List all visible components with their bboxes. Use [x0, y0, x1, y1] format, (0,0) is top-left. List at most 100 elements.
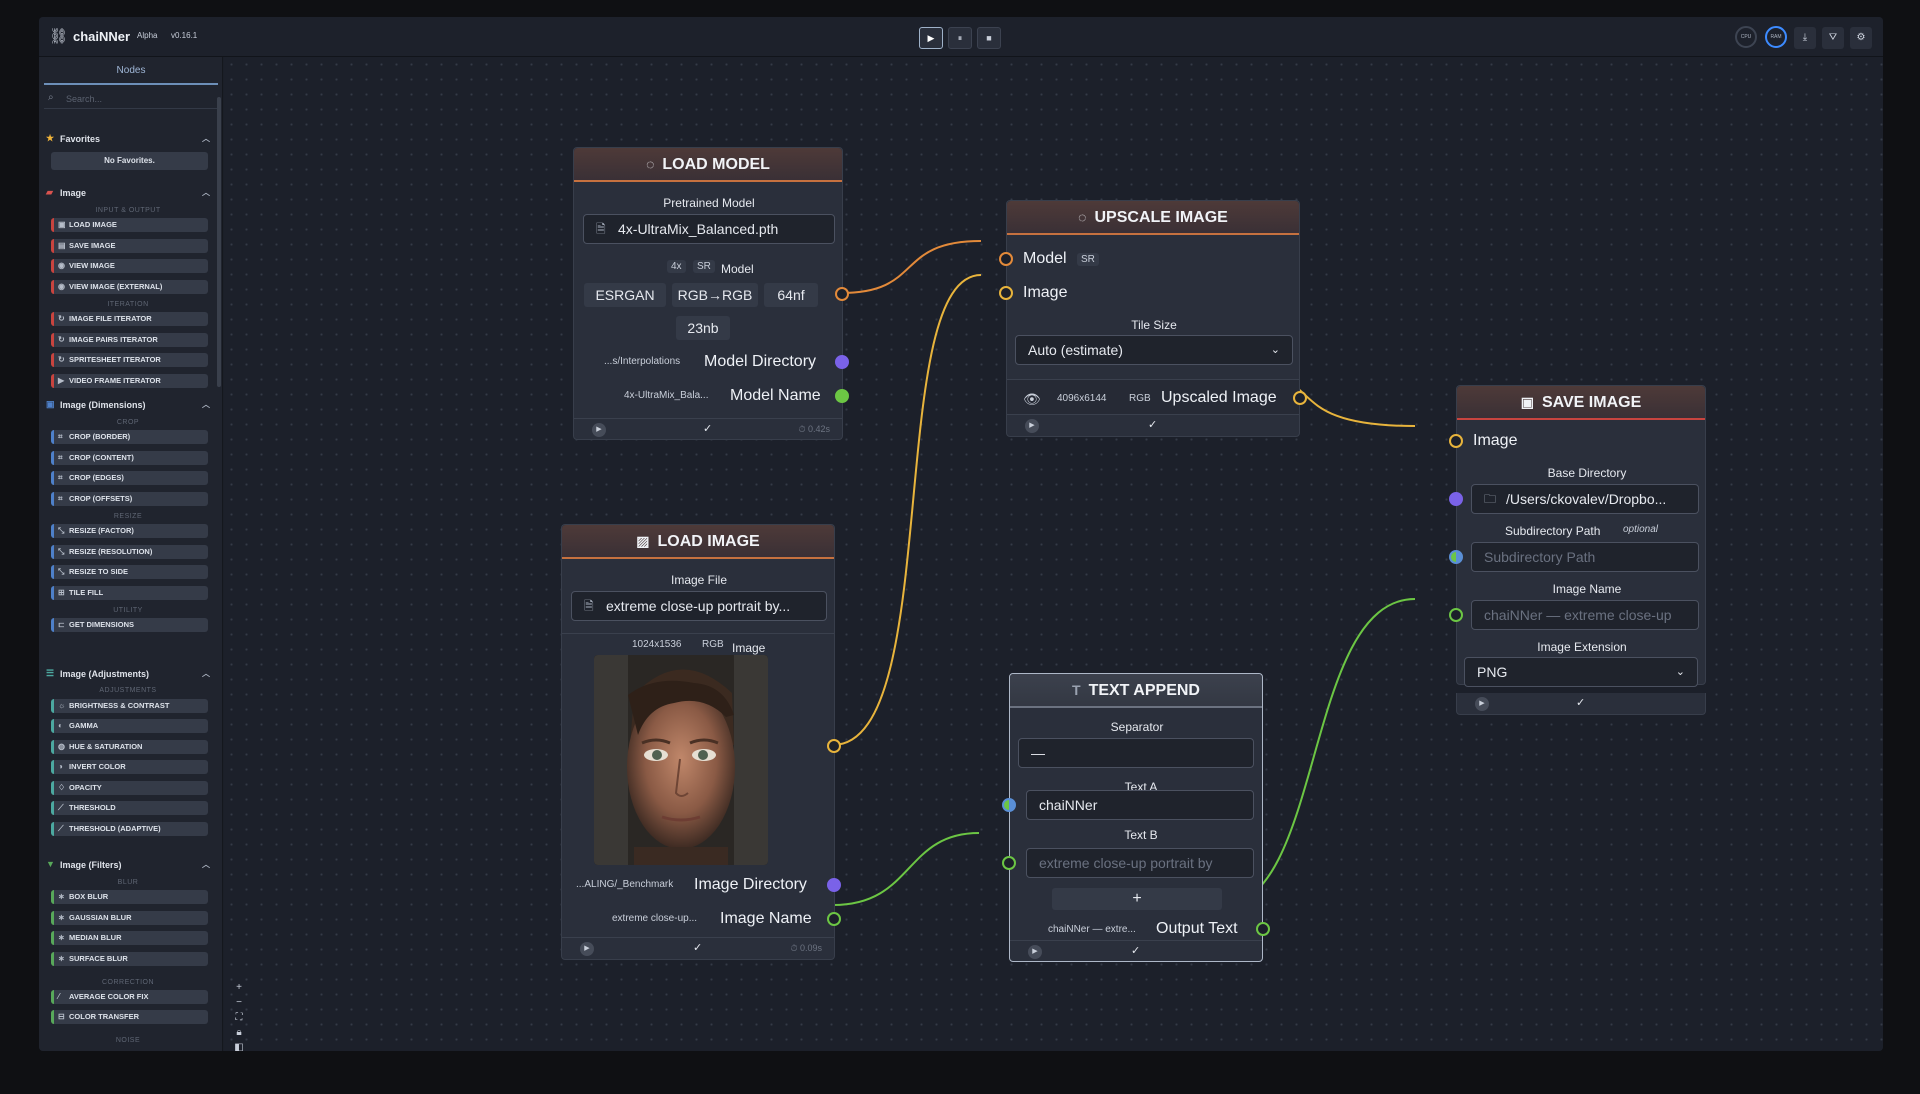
pretrained-model-file-input[interactable]: 🗎 4x-UltraMix_Balanced.pth: [583, 214, 835, 244]
wand-icon: ⁄: [58, 992, 60, 1001]
model-directory-handle[interactable]: [835, 355, 849, 369]
sidebar-item-opacity[interactable]: ♢ OPACITY: [51, 781, 208, 795]
sidebar-item-resize-to-side[interactable]: ⤡ RESIZE TO SIDE: [51, 565, 208, 579]
output-text-handle[interactable]: [1256, 922, 1270, 936]
sidebar-item-crop-content[interactable]: ⌗ CROP (CONTENT): [51, 451, 208, 465]
image-file-input[interactable]: 🗎 extreme close-up portrait by...: [571, 591, 827, 621]
pause-button[interactable]: ⏸: [948, 27, 972, 49]
separator-input[interactable]: —: [1018, 738, 1254, 768]
image-name-handle[interactable]: [1449, 608, 1463, 622]
run-button[interactable]: ▶: [919, 27, 943, 49]
text-a-handle[interactable]: [1002, 798, 1016, 812]
image-input-handle[interactable]: [1449, 434, 1463, 448]
sidebar-item-brightness-contrast[interactable]: ☼ BRIGHTNESS & CONTRAST: [51, 699, 208, 713]
node-text-append[interactable]: T TEXT APPEND Separator — Text A chaiNNer…: [1002, 673, 1270, 962]
play-icon[interactable]: ▶: [1475, 697, 1489, 711]
node-save-image[interactable]: ▣ SAVE IMAGE Image Base Directory 🗀/Users…: [1449, 385, 1706, 685]
sidebar-item-box-blur[interactable]: ∗ BOX BLUR: [51, 890, 208, 904]
sidebar-item-resize-factor[interactable]: ⤡ RESIZE (FACTOR): [51, 524, 208, 538]
category-image-filters[interactable]: ▼ Image (Filters) ︿: [44, 857, 212, 873]
sidebar-item-load-image[interactable]: ▣ LOAD IMAGE: [51, 218, 208, 232]
image-name-handle[interactable]: [827, 912, 841, 926]
node-load-image[interactable]: ▨ LOAD IMAGE Image File 🗎 extreme close-up…: [561, 524, 841, 960]
add-text-button[interactable]: +: [1052, 888, 1222, 910]
sidebar-item-invert-color[interactable]: ◑ INVERT COLOR: [51, 760, 208, 774]
sidebar-item-gaussian-blur[interactable]: ∗ GAUSSIAN BLUR: [51, 911, 208, 925]
sidebar-item-get-dimensions[interactable]: ⊏ GET DIMENSIONS: [51, 618, 208, 632]
gear-icon[interactable]: ⚙: [1850, 27, 1872, 49]
sidebar-item-crop-border[interactable]: ⌗ CROP (BORDER): [51, 430, 208, 444]
sidebar-item-median-blur[interactable]: ∗ MEDIAN BLUR: [51, 931, 208, 945]
sidebar-item-resize-resolution[interactable]: ⤡ RESIZE (RESOLUTION): [51, 545, 208, 559]
subdirectory-label: Subdirectory Path: [1505, 524, 1601, 538]
subdirectory-handle[interactable]: [1449, 550, 1463, 564]
sidebar-item-view-image[interactable]: ◉ VIEW IMAGE: [51, 259, 208, 273]
sidebar-item-video-frame-iterator[interactable]: ▶ VIDEO FRAME ITERATOR: [51, 374, 208, 388]
play-icon[interactable]: ▶: [1028, 945, 1042, 959]
zoom-in-icon[interactable]: +: [231, 981, 247, 995]
text-b-input[interactable]: extreme close-up portrait by: [1026, 848, 1254, 878]
node-canvas[interactable]: ◌ LOAD MODEL Pretrained Model 🗎 4x-UltraMi…: [224, 57, 1883, 1051]
fit-view-icon[interactable]: ⛶: [231, 1011, 247, 1025]
search-input[interactable]: [64, 91, 214, 107]
node-header[interactable]: ▨ LOAD IMAGE: [562, 525, 834, 559]
sidebar-item-spritesheet-iterator[interactable]: ↻ SPRITESHEET ITERATOR: [51, 353, 208, 367]
sidebar-item-threshold-adaptive[interactable]: ⟋ THRESHOLD (ADAPTIVE): [51, 822, 208, 836]
image-name-input[interactable]: chaiNNer — extreme close-up: [1471, 600, 1699, 630]
stop-button[interactable]: ■: [977, 27, 1001, 49]
blur-icon: ∗: [58, 933, 65, 942]
category-image[interactable]: ▰ Image ︿: [44, 185, 212, 201]
portrait-thumbnail: [594, 655, 768, 865]
sidebar-item-view-image-external[interactable]: ◉ VIEW IMAGE (EXTERNAL): [51, 280, 208, 294]
model-input-handle[interactable]: [999, 252, 1013, 266]
image-output-handle[interactable]: [827, 739, 841, 753]
text-a-input[interactable]: chaiNNer: [1026, 790, 1254, 820]
play-icon[interactable]: ▶: [580, 942, 594, 956]
sidebar-item-hue-saturation[interactable]: ◍ HUE & SATURATION: [51, 740, 208, 754]
tab-nodes[interactable]: Nodes: [44, 61, 218, 85]
eye-icon[interactable]: 👁: [1023, 391, 1041, 408]
model-name-handle[interactable]: [835, 389, 849, 403]
node-load-model[interactable]: ◌ LOAD MODEL Pretrained Model 🗎 4x-UltraMi…: [573, 147, 849, 440]
model-output-handle[interactable]: [835, 287, 849, 301]
image-input-handle[interactable]: [999, 286, 1013, 300]
node-header[interactable]: ▣ SAVE IMAGE: [1457, 386, 1705, 420]
category-image-adjustments[interactable]: ☰ Image (Adjustments) ︿: [44, 666, 212, 682]
base-directory-input[interactable]: 🗀/Users/ckovalev/Dropbo...: [1471, 484, 1699, 514]
sidebar-scrollbar[interactable]: [217, 97, 221, 387]
play-icon[interactable]: ▶: [592, 423, 606, 437]
subdirectory-input[interactable]: Subdirectory Path: [1471, 542, 1699, 572]
sidebar-item-crop-edges[interactable]: ⌗ CROP (EDGES): [51, 471, 208, 485]
sidebar-item-average-color-fix[interactable]: ⁄ AVERAGE COLOR FIX: [51, 990, 208, 1004]
sidebar-item-image-file-iterator[interactable]: ↻ IMAGE FILE ITERATOR: [51, 312, 208, 326]
camera-icon[interactable]: ⛛: [1822, 27, 1844, 49]
sidebar-item-gamma[interactable]: ◐ GAMMA: [51, 719, 208, 733]
node-header[interactable]: T TEXT APPEND: [1010, 674, 1262, 708]
image-extension-select[interactable]: PNG ⌄: [1464, 657, 1698, 687]
sidebar-item-crop-offsets[interactable]: ⌗ CROP (OFFSETS): [51, 492, 208, 506]
sidebar-item-save-image[interactable]: ▤ SAVE IMAGE: [51, 239, 208, 253]
text-b-label: Text B: [1124, 828, 1158, 842]
image-directory-handle[interactable]: [827, 878, 841, 892]
base-directory-handle[interactable]: [1449, 492, 1463, 506]
sidebar-item-tile-fill[interactable]: ⊞ TILE FILL: [51, 586, 208, 600]
model-name-label: Model Name: [730, 387, 821, 404]
snap-icon[interactable]: ◧: [231, 1041, 247, 1051]
sidebar-item-image-pairs-iterator[interactable]: ↻ IMAGE PAIRS ITERATOR: [51, 333, 208, 347]
download-icon[interactable]: ⤓: [1794, 27, 1816, 49]
node-upscale-image[interactable]: ◌ UPSCALE IMAGE Model SR Image Tile Size …: [999, 200, 1307, 437]
play-icon[interactable]: ▶: [1025, 419, 1039, 433]
node-header[interactable]: ◌ LOAD MODEL: [574, 148, 842, 182]
check-icon: ✓: [1131, 945, 1141, 957]
lock-icon[interactable]: 🔒︎: [231, 1026, 247, 1040]
sidebar-item-surface-blur[interactable]: ∗ SURFACE BLUR: [51, 952, 208, 966]
category-favorites[interactable]: ★ Favorites ︿: [44, 131, 212, 147]
sidebar-item-color-transfer[interactable]: ⊟ COLOR TRANSFER: [51, 1010, 208, 1024]
text-b-handle[interactable]: [1002, 856, 1016, 870]
node-header[interactable]: ◌ UPSCALE IMAGE: [1007, 201, 1299, 235]
zoom-out-icon[interactable]: −: [231, 996, 247, 1010]
tile-size-select[interactable]: Auto (estimate) ⌄: [1015, 335, 1293, 365]
category-image-dimensions[interactable]: ▣ Image (Dimensions) ︿: [44, 397, 212, 413]
sidebar-item-threshold[interactable]: ⟋ THRESHOLD: [51, 801, 208, 815]
upscaled-image-handle[interactable]: [1293, 391, 1307, 405]
